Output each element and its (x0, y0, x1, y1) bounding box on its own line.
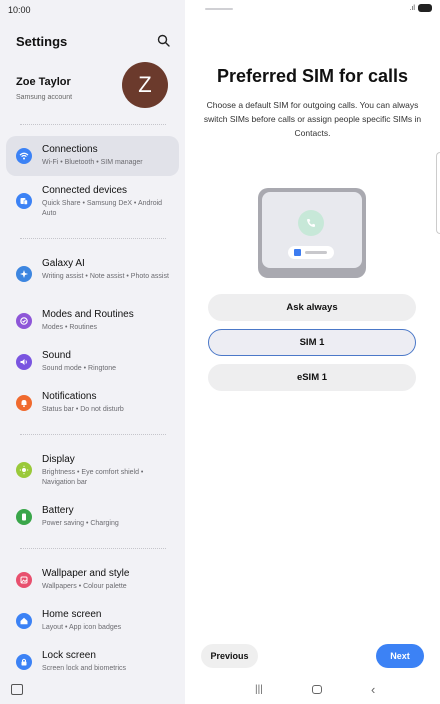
sidebar-item-label: Galaxy AI (42, 258, 85, 269)
keyboard-icon[interactable] (11, 684, 23, 695)
devices-icon (16, 193, 32, 209)
sidebar-item-display[interactable]: Display Brightness • Eye comfort shield … (6, 446, 179, 494)
contact-placeholder-line (305, 251, 327, 254)
display-icon (16, 462, 32, 478)
option-sim-1[interactable]: SIM 1 (208, 329, 416, 356)
avatar[interactable]: Z (122, 62, 168, 108)
phone-call-icon (298, 210, 324, 236)
settings-sidebar: 10:00 Settings Zoe Taylor Samsung accoun… (0, 0, 185, 704)
sidebar-item-subtitle: Brightness • Eye comfort shield • Naviga… (42, 469, 144, 486)
sidebar-item-subtitle: Modes • Routines (42, 324, 97, 331)
sound-icon (16, 354, 32, 370)
back-icon[interactable]: ‹ (371, 682, 375, 697)
page-title: Settings (16, 34, 68, 49)
galaxy-ai-icon (16, 266, 32, 282)
sidebar-item-notifications[interactable]: Notifications Status bar • Do not distur… (6, 383, 179, 423)
home-icon (16, 613, 32, 629)
wifi-icon (16, 148, 32, 164)
divider (20, 548, 166, 549)
sidebar-item-subtitle: Wallpapers • Colour palette (42, 583, 127, 590)
battery-status-icon (418, 4, 432, 12)
sidebar-item-connections[interactable]: Connections Wi-Fi • Bluetooth • SIM mana… (6, 136, 179, 176)
main-panel: .ıl Preferred SIM for calls Choose a def… (185, 0, 440, 704)
sidebar-item-subtitle: Layout • App icon badges (42, 624, 122, 631)
sidebar-item-sound[interactable]: Sound Sound mode • Ringtone (6, 342, 179, 382)
sidebar-item-label: Connected devices (42, 185, 128, 196)
status-icons: .ıl (410, 4, 432, 12)
drag-handle (205, 8, 233, 10)
notifications-icon (16, 395, 32, 411)
wallpaper-icon (16, 572, 32, 588)
option-esim-1[interactable]: eSIM 1 (208, 364, 416, 391)
sidebar-item-label: Wallpaper and style (42, 568, 130, 579)
sidebar-item-battery[interactable]: Battery Power saving • Charging (6, 497, 179, 537)
modes-icon (16, 313, 32, 329)
sidebar-item-modes-and-routines[interactable]: Modes and Routines Modes • Routines (6, 301, 179, 341)
contact-icon (294, 249, 301, 256)
recent-apps-icon[interactable]: ||| (255, 684, 263, 695)
sidebar-item-galaxy-ai[interactable]: Galaxy AI Writing assist • Note assist •… (6, 250, 179, 298)
sim-illustration (258, 188, 366, 278)
sidebar-item-subtitle: Status bar • Do not disturb (42, 406, 124, 413)
sidebar-item-lock-screen[interactable]: Lock screen Screen lock and biometrics (6, 642, 179, 682)
profile-name: Zoe Taylor (16, 76, 71, 88)
battery-icon (16, 509, 32, 525)
sidebar-item-label: Notifications (42, 391, 97, 402)
signal-icon: .ıl (409, 4, 415, 12)
divider (20, 434, 166, 435)
sidebar-item-label: Connections (42, 144, 98, 155)
profile-card[interactable]: Zoe Taylor Samsung account Z (16, 62, 176, 108)
option-ask-always[interactable]: Ask always (208, 294, 416, 321)
sidebar-item-home-screen[interactable]: Home screen Layout • App icon badges (6, 601, 179, 641)
profile-subtitle: Samsung account (16, 94, 73, 101)
sidebar-item-subtitle: Sound mode • Ringtone (42, 365, 117, 372)
contact-chip (288, 246, 334, 259)
sidebar-item-label: Display (42, 454, 75, 465)
sidebar-item-label: Lock screen (42, 650, 96, 661)
divider (20, 124, 166, 125)
edge-panel-handle[interactable] (436, 152, 440, 234)
previous-button[interactable]: Previous (201, 644, 258, 668)
sidebar-item-wallpaper-and-style[interactable]: Wallpaper and style Wallpapers • Colour … (6, 560, 179, 600)
sidebar-item-connected-devices[interactable]: Connected devices Quick Share • Samsung … (6, 177, 179, 225)
next-button[interactable]: Next (376, 644, 424, 668)
page-heading: Preferred SIM for calls (216, 66, 409, 86)
lock-icon (16, 654, 32, 670)
sidebar-item-subtitle: Screen lock and biometrics (42, 665, 127, 672)
page-description: Choose a default SIM for outgoing calls.… (203, 100, 422, 138)
sidebar-item-subtitle: Power saving • Charging (42, 520, 119, 527)
sidebar-item-subtitle: Quick Share • Samsung DeX • Android Auto (42, 200, 163, 217)
sidebar-item-label: Modes and Routines (42, 309, 134, 320)
sidebar-item-label: Battery (42, 505, 74, 516)
divider (20, 238, 166, 239)
home-nav-icon[interactable] (312, 685, 322, 694)
sidebar-item-label: Home screen (42, 609, 102, 620)
sidebar-item-subtitle: Writing assist • Note assist • Photo ass… (42, 273, 169, 280)
search-icon[interactable] (156, 33, 172, 49)
sidebar-item-label: Sound (42, 350, 71, 361)
status-time: 10:00 (8, 5, 31, 15)
sidebar-item-subtitle: Wi-Fi • Bluetooth • SIM manager (42, 159, 143, 166)
